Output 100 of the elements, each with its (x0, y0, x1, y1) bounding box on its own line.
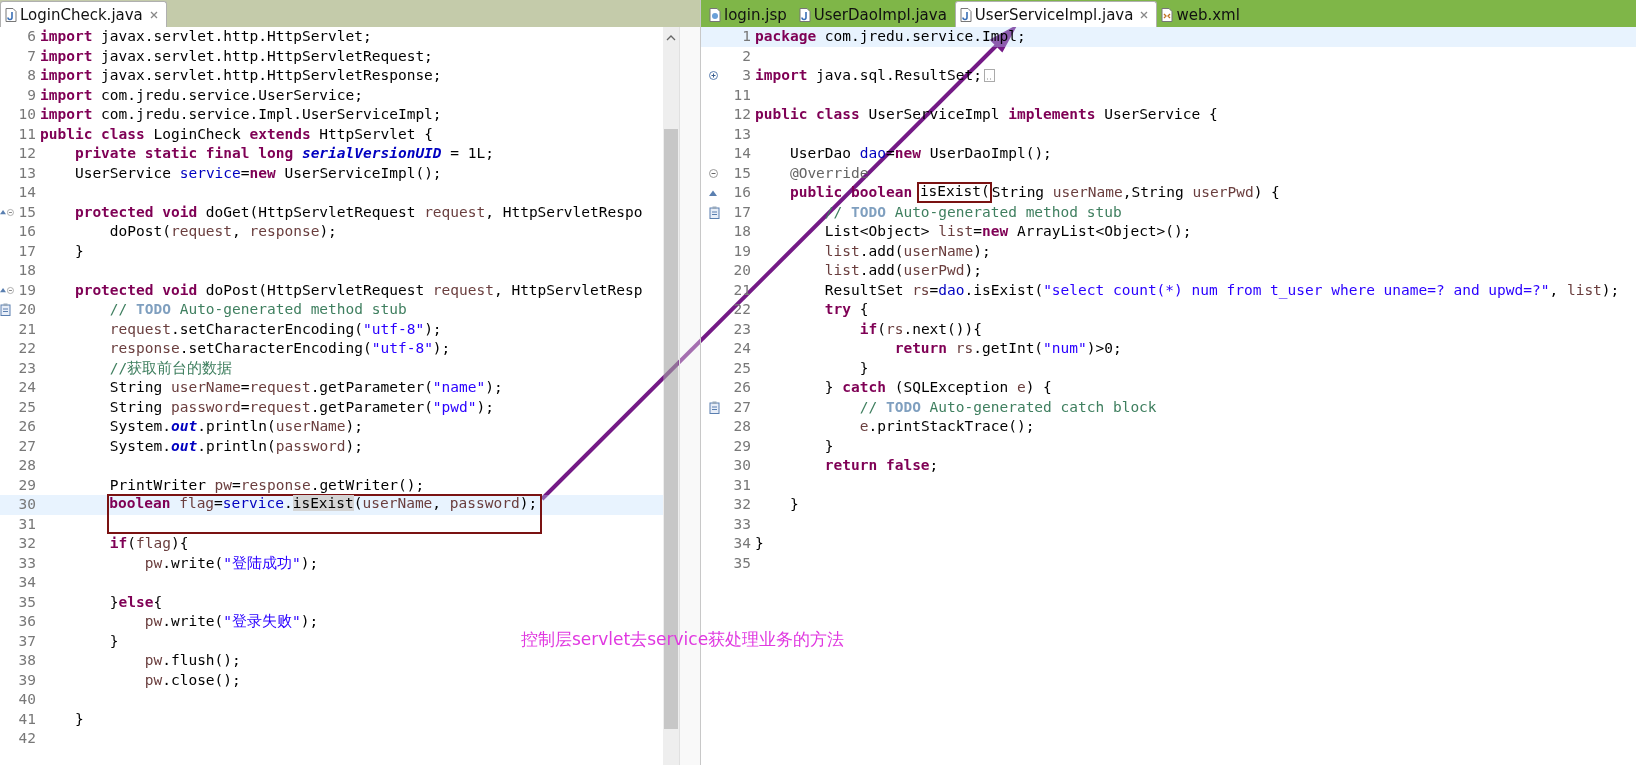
line-number: 26 (17, 417, 36, 436)
override-triangle-icon (709, 189, 717, 196)
highlighted-code: isExist( (916, 182, 992, 203)
scroll-up-icon[interactable] (666, 35, 676, 41)
java-file-icon (959, 7, 972, 22)
clipboard-icon (0, 303, 12, 317)
code-line: e.printStackTrace(); (858, 417, 1035, 436)
line-number: 23 (732, 319, 751, 339)
folded-code-icon[interactable] (984, 69, 995, 82)
line-number: 6 (26, 27, 36, 46)
close-icon[interactable] (149, 10, 158, 19)
code-line: //获取前台的数据 (108, 358, 233, 378)
line-number: 22 (17, 339, 36, 358)
highlighted-code: boolean flag=service.isExist(userName, password); (106, 494, 543, 534)
code-line: import javax.servlet.http.HttpServletRequest; (40, 46, 433, 66)
line-number: 29 (17, 475, 36, 495)
code-line: public class LoginCheck extends HttpServlet { (40, 124, 433, 144)
code-line: System.out.println(userName); (108, 417, 364, 436)
editor-tab[interactable]: UserServiceImpl.java (954, 1, 1158, 27)
code-line: } (788, 495, 799, 514)
code-line: doPost(request, response); (108, 222, 337, 241)
collapse-icon[interactable] (709, 168, 718, 178)
code-line: import com.jredu.service.Impl.UserServiceImpl; (40, 105, 442, 124)
override-triangle-icon (0, 209, 7, 216)
editor-tab[interactable]: login.jsp (705, 2, 795, 27)
line-number: 28 (732, 417, 751, 436)
line-number: 18 (732, 222, 751, 241)
line-number: 8 (26, 66, 36, 85)
annotation-caption: 控制层servlet去service获处理业务的方法 (521, 628, 845, 651)
collapse-icon[interactable] (7, 285, 14, 295)
line-number: 3 (741, 66, 751, 85)
editor-tab[interactable]: LoginCheck.java (0, 1, 167, 27)
line-number: 14 (17, 183, 36, 202)
code-line: ResultSet rs=dao.isExist("select count(*) num from t_user where uname=? and upwd=?", list); (823, 280, 1620, 300)
code-line: protected void doPost(HttpServletRequest request, HttpServletResp (73, 280, 643, 300)
line-number: 20 (17, 300, 36, 319)
line-number: 41 (17, 709, 36, 729)
line-number: 40 (17, 690, 36, 709)
line-number: 24 (732, 339, 751, 358)
code-line: import javax.servlet.http.HttpServletResponse; (40, 66, 442, 85)
line-number: 16 (17, 222, 36, 241)
code-line: if(flag){ (108, 534, 189, 553)
line-number: 18 (17, 261, 36, 280)
line-number: 29 (732, 436, 751, 456)
code-line: @Override (788, 163, 869, 183)
close-icon[interactable] (1140, 10, 1149, 19)
line-number: 35 (17, 592, 36, 612)
line-number: 34 (732, 534, 751, 553)
line-number: 19 (17, 280, 36, 300)
line-number: 30 (732, 456, 751, 475)
code-line: response.setCharacterEncoding("utf-8"); (108, 339, 451, 358)
line-number: 12 (17, 144, 36, 163)
expand-icon[interactable] (709, 71, 718, 81)
line-number: 13 (17, 163, 36, 183)
line-number: 20 (732, 261, 751, 280)
editor-tab[interactable]: UserDaoImpl.java (794, 2, 955, 27)
line-number: 28 (17, 456, 36, 475)
line-number: 36 (17, 612, 36, 631)
line-number: 39 (17, 670, 36, 690)
line-number: 1 (741, 27, 751, 46)
line-number: 21 (732, 280, 751, 300)
editor-tab[interactable]: web.xml (1157, 2, 1248, 27)
line-number: 11 (17, 124, 36, 144)
line-number: 26 (732, 378, 751, 397)
clipboard-icon (709, 205, 721, 219)
code-line: // TODO Auto-generated catch block (858, 397, 1157, 417)
code-line: pw.close(); (143, 670, 241, 690)
code-line: if(rs.next()){ (858, 319, 982, 339)
web-file-icon (709, 7, 721, 22)
code-line: PrintWriter pw=response.getWriter(); (108, 475, 425, 495)
code-line: list.add(userPwd); (823, 261, 982, 280)
line-number: 11 (732, 85, 751, 105)
line-number: 22 (732, 300, 751, 319)
line-number: 34 (17, 573, 36, 592)
code-line: String password=request.getParameter("pwd"); (108, 397, 494, 417)
code-line: request.setCharacterEncoding("utf-8"); (108, 319, 442, 339)
override-triangle-icon (0, 287, 7, 294)
line-number: 19 (732, 241, 751, 261)
code-line: return rs.getInt("num")>0; (893, 339, 1122, 358)
code-line: private static final long serialVersionUID = 1L; (73, 144, 494, 163)
collapse-icon[interactable] (7, 207, 14, 217)
line-number: 27 (17, 436, 36, 456)
line-number: 15 (17, 202, 36, 222)
code-line: import javax.servlet.http.HttpServlet; (40, 27, 372, 46)
code-line: pw.flush(); (143, 651, 241, 670)
code-line: // TODO Auto-generated method stub (108, 300, 407, 319)
line-number: 14 (732, 144, 751, 163)
xml-file-icon (1161, 7, 1174, 22)
code-line: System.out.println(password); (108, 436, 364, 456)
line-number: 38 (17, 651, 36, 670)
line-number: 7 (26, 46, 36, 66)
line-number: 2 (741, 46, 751, 66)
code-line: protected void doGet(HttpServletRequest request, HttpServletRespo (73, 202, 643, 222)
code-line: try { (823, 300, 869, 319)
line-number: 32 (732, 495, 751, 514)
line-number: 17 (17, 241, 36, 261)
line-number: 13 (732, 124, 751, 144)
code-line: } (73, 241, 84, 261)
code-line: pw.write("登录失败"); (143, 612, 319, 631)
code-line: UserService service=new UserServiceImpl(); (73, 163, 442, 183)
